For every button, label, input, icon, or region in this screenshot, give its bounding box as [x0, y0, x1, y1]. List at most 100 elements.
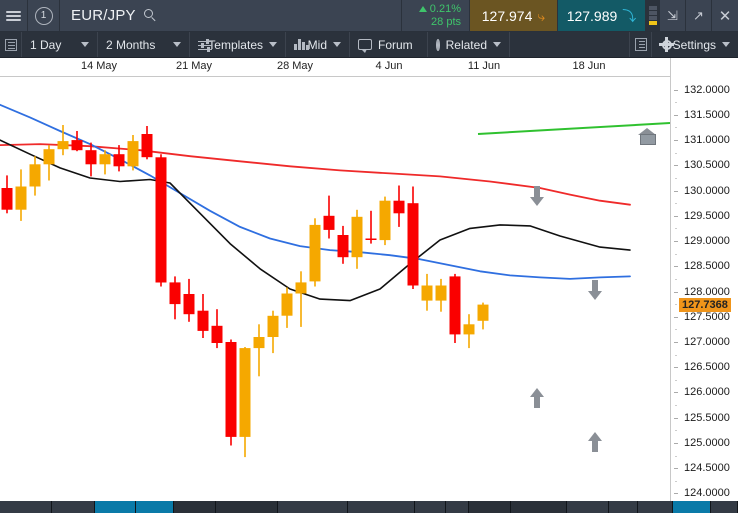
- candle-body: [267, 315, 279, 337]
- close-icon[interactable]: ✕: [712, 0, 738, 31]
- arrow-head: [530, 197, 544, 206]
- price-axis-tick: [674, 342, 678, 343]
- price-axis-label: 131.0000: [684, 134, 730, 147]
- price-axis-label: 127.0000: [684, 336, 730, 348]
- arrow-down-icon: ⤷: [537, 7, 546, 24]
- candle-body: [197, 310, 209, 331]
- candle-body: [379, 200, 391, 241]
- timeline-scrollbar[interactable]: [0, 501, 738, 513]
- timeline-segment[interactable]: [672, 501, 712, 513]
- timeline-segment[interactable]: [638, 501, 673, 513]
- strip-segment: [648, 6, 657, 10]
- price-axis-tick: [674, 468, 678, 469]
- sell-price-button[interactable]: 127.974 ⤷: [470, 0, 558, 31]
- timeline-segment[interactable]: [173, 501, 217, 513]
- buy-price-button[interactable]: 127.989 ⤵: [558, 0, 646, 31]
- settings-dropdown[interactable]: Settings: [652, 32, 738, 57]
- date-tick-label: 14 May: [80, 60, 118, 72]
- candle: [29, 156, 41, 196]
- instrument-search-field[interactable]: EUR/JPY: [60, 0, 402, 31]
- timeline-segment[interactable]: [445, 501, 469, 513]
- timeline-segment[interactable]: [51, 501, 96, 513]
- candle-body: [393, 200, 405, 214]
- external-link-icon[interactable]: ↗: [686, 0, 712, 31]
- candle-body: [421, 285, 433, 301]
- timeline-segment[interactable]: [216, 501, 278, 513]
- price-axis-label: 125.0000: [684, 436, 730, 449]
- price-axis-tick: [674, 367, 678, 368]
- signal-arrow-up-icon[interactable]: [588, 430, 602, 452]
- candle-body: [449, 276, 461, 335]
- candlestick-svg: [0, 103, 670, 458]
- price-type-dropdown[interactable]: Mid: [286, 32, 350, 57]
- price-axis-tick: [674, 191, 678, 192]
- timeline-segment[interactable]: [566, 501, 610, 513]
- hamburger-bar: [6, 18, 21, 21]
- date-axis: 14 May 21 May 28 May 4 Jun 11 Jun 18 Jun: [0, 58, 670, 76]
- caret-up-icon: [418, 6, 427, 12]
- timeline-segment[interactable]: [711, 501, 738, 513]
- candle: [351, 209, 363, 269]
- watchlist-toggle-button[interactable]: [0, 32, 22, 57]
- candle: [197, 294, 209, 338]
- related-dropdown[interactable]: Related: [428, 32, 510, 57]
- price-axis[interactable]: 132.0000 131.5000 131.0000 130.5000 130.0000…: [671, 58, 738, 501]
- forum-label: Forum: [378, 37, 413, 52]
- candle: [463, 314, 475, 349]
- chart-toolbar: 1 Day 2 Months Templates Mid Forum Relat…: [0, 32, 738, 58]
- buy-price-value: 127.989: [566, 7, 618, 24]
- price-change-block: 0.21% 28 pts: [402, 0, 470, 31]
- period-dropdown[interactable]: 2 Months: [98, 32, 190, 57]
- search-icon[interactable]: [143, 9, 157, 22]
- expand-arrows-icon[interactable]: ⇲: [660, 0, 686, 31]
- hamburger-menu-icon[interactable]: [0, 0, 28, 31]
- timeline-segment[interactable]: [0, 501, 52, 513]
- price-axis-tick: [674, 443, 678, 444]
- price-axis-tick: [674, 292, 678, 293]
- account-number-label: 1: [34, 6, 53, 25]
- timeline-segment[interactable]: [511, 501, 567, 513]
- candle: [477, 302, 489, 330]
- price-axis-minor-tick: [675, 355, 677, 356]
- candle: [183, 278, 195, 322]
- deal-ticket-strip[interactable]: [646, 0, 660, 31]
- sell-price-value: 127.974: [481, 7, 533, 24]
- resolution-dropdown[interactable]: 1 Day: [22, 32, 98, 57]
- price-plot[interactable]: [0, 77, 670, 501]
- price-axis-label: 129.0000: [684, 235, 730, 248]
- price-axis-tick: [674, 317, 678, 318]
- price-axis-minor-tick: [675, 178, 677, 179]
- timeline-segment[interactable]: [135, 501, 174, 513]
- candle-body: [477, 304, 489, 321]
- candle-body: [1, 188, 13, 210]
- timeline-segment[interactable]: [277, 501, 348, 513]
- signal-arrow-up-icon[interactable]: [530, 386, 544, 408]
- price-axis-tick: [674, 90, 678, 91]
- account-badge[interactable]: 1: [28, 0, 60, 31]
- price-axis-minor-tick: [675, 456, 677, 457]
- signal-arrow-down-icon[interactable]: [530, 186, 544, 208]
- candle: [253, 324, 265, 377]
- date-tick-label: 28 May: [276, 60, 314, 72]
- date-tick-label: 11 Jun: [467, 60, 501, 72]
- home-marker-icon[interactable]: [638, 128, 657, 145]
- candle-body: [141, 134, 153, 158]
- forum-button[interactable]: Forum: [350, 32, 428, 57]
- timeline-segment[interactable]: [468, 501, 512, 513]
- candle: [323, 195, 335, 239]
- timeline-segment[interactable]: [347, 501, 416, 513]
- notes-button[interactable]: [630, 32, 652, 57]
- timeline-segment[interactable]: [415, 501, 446, 513]
- candle-body: [99, 154, 111, 165]
- candle: [127, 135, 139, 171]
- templates-dropdown[interactable]: Templates: [190, 32, 286, 57]
- candle: [141, 126, 153, 160]
- resolution-label: 1 Day: [30, 37, 62, 52]
- candle-body: [407, 203, 419, 286]
- chart-area[interactable]: 14 May 21 May 28 May 4 Jun 11 Jun 18 Jun 132.…: [0, 58, 738, 501]
- candle: [435, 278, 447, 312]
- timeline-segment[interactable]: [609, 501, 639, 513]
- timeline-segment[interactable]: [95, 501, 136, 513]
- price-axis-minor-tick: [675, 329, 677, 330]
- signal-arrow-down-icon[interactable]: [588, 280, 602, 302]
